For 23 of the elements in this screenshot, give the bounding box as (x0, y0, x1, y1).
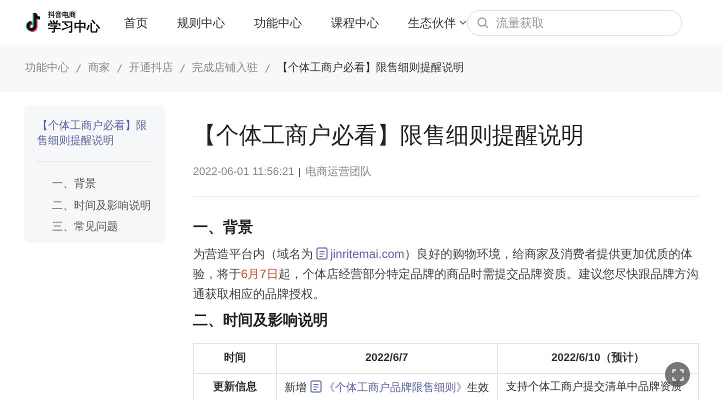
nav-link[interactable]: 规则中心 (177, 14, 225, 32)
search-field[interactable]: 流量获取 (467, 10, 682, 36)
toc-item[interactable]: 三、常见问题 (52, 219, 151, 236)
column-header: 时间 (194, 343, 276, 373)
nav-link[interactable]: 首页 (124, 14, 148, 32)
link[interactable]: 《个体工商户品牌限售细则》 (324, 382, 467, 394)
nav-link[interactable]: 课程中心 (331, 14, 379, 32)
nav-link[interactable]: 生态伙伴 (408, 14, 467, 32)
link[interactable]: jinritemai.com (330, 247, 404, 261)
nav-link[interactable]: 功能中心 (254, 14, 302, 32)
author: 电商运营团队 (305, 164, 372, 180)
table-cell: 更新信息 (194, 373, 276, 400)
article-title: 【个体工商户必看】限售细则提醒说明 (193, 121, 585, 150)
toc-title[interactable]: 【个体工商户必看】限售细则提醒说明 (37, 119, 152, 162)
logo-title: 学习中心 (48, 20, 100, 33)
section-heading: 一、背景 (193, 218, 254, 238)
toc-item[interactable]: 二、时间及影响说明 (52, 198, 151, 214)
breadcrumb-current: 【个体工商户必看】限售细则提醒说明 (277, 60, 464, 76)
section-heading: 二、时间及影响说明 (193, 311, 329, 331)
column-header: 2022/6/7 (276, 343, 498, 373)
publish-date: 2022-06-01 11:56:21 (193, 165, 294, 180)
toc-item[interactable]: 一、背景 (52, 176, 151, 192)
paragraph: 为营造平台内（域名为 jinritemai.com）良好的购物环境，给商家及消费者提供更加优质的体验，将于6月7日 起，个体店经营部分特定品牌的商品时需提交品牌资质。建议您尽快跟品牌方沟通获取相应的品牌授权。 (193, 246, 699, 303)
